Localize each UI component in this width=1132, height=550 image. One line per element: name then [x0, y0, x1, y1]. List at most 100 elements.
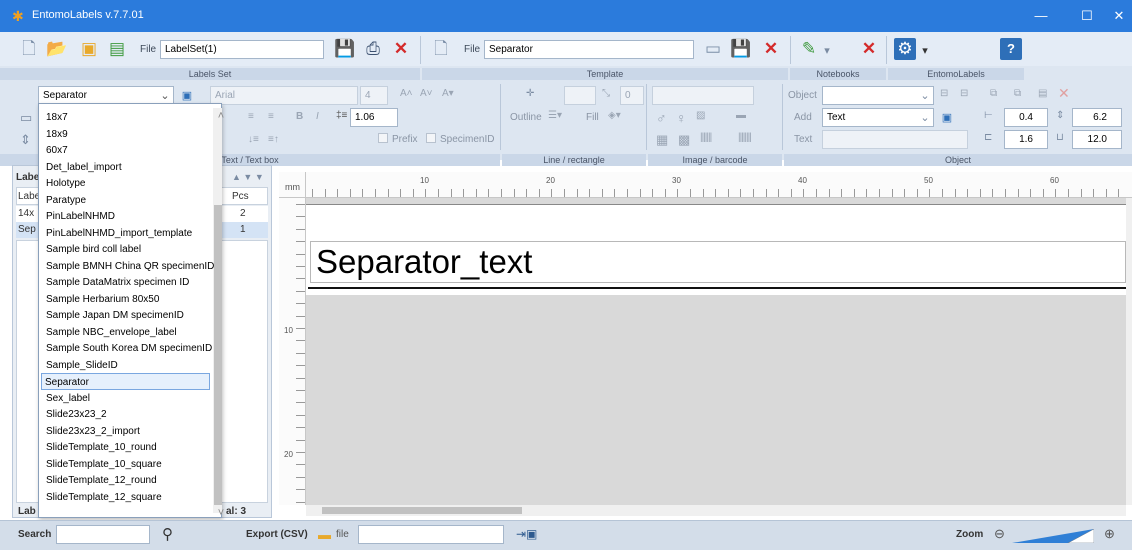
dropdown-item[interactable]: SlideTemplate_12_round: [46, 472, 157, 489]
barcode-1-icon[interactable]: |||||||: [700, 132, 712, 143]
notebook-delete-icon[interactable]: ✕: [858, 38, 880, 60]
dropdown-item[interactable]: SlideTemplate_10_round: [46, 439, 157, 456]
dropdown-item[interactable]: Slide23x23_2: [46, 406, 107, 423]
grow-font-icon[interactable]: A˄: [400, 88, 413, 99]
height-field[interactable]: 12.0: [1072, 130, 1122, 149]
new-file-icon[interactable]: 🗋: [18, 38, 40, 60]
dropdown-item[interactable]: Sample South Korea DM specimenID: [46, 340, 212, 357]
font-size-select[interactable]: 4: [360, 86, 388, 105]
dropdown-item[interactable]: Sample DataMatrix specimen ID: [46, 274, 189, 291]
x-position-field[interactable]: 0.4: [1004, 108, 1048, 127]
copy-icon[interactable]: ⧉: [990, 88, 997, 99]
delete-icon[interactable]: ✕: [390, 38, 412, 60]
label-text[interactable]: Separator_text: [316, 242, 532, 282]
add-template-icon[interactable]: ▣: [180, 89, 194, 103]
rotation-field[interactable]: [564, 86, 596, 105]
dropdown-item[interactable]: SlideTemplate_10_square: [46, 456, 162, 473]
settings-gear-icon[interactable]: ⚙: [894, 38, 916, 60]
dropdown-item[interactable]: Holotype: [46, 175, 85, 192]
dropdown-scroll-thumb[interactable]: [214, 205, 222, 505]
import-icon[interactable]: ▤: [106, 38, 128, 60]
canvas-h-scroll-thumb[interactable]: [322, 507, 522, 514]
template-edit-icon[interactable]: ▭: [702, 38, 724, 60]
dropdown-item[interactable]: Separator: [41, 373, 210, 390]
specimenid-checkbox[interactable]: [426, 133, 436, 143]
export-save-icon[interactable]: ⇥▣: [516, 527, 537, 541]
help-icon[interactable]: ?: [1000, 38, 1022, 60]
dropdown-item[interactable]: Paratype: [46, 192, 86, 209]
dropdown-item[interactable]: Sample Japan DM specimenID: [46, 307, 184, 324]
sort-up-icon[interactable]: ≡↑: [268, 134, 279, 145]
shrink-font-icon[interactable]: A˅: [420, 88, 433, 99]
search-input[interactable]: [56, 525, 150, 544]
save-icon[interactable]: 💾: [334, 38, 356, 60]
italic-icon[interactable]: I: [316, 111, 319, 122]
template-new-icon[interactable]: 🗋: [430, 38, 452, 60]
template-delete-icon[interactable]: ✕: [760, 38, 782, 60]
dropdown-item[interactable]: PinLabelNHMD: [46, 208, 115, 225]
zoom-in-icon[interactable]: ⊕: [1104, 526, 1115, 542]
sort-down-icon[interactable]: ↓≡: [248, 134, 259, 145]
prefix-checkbox[interactable]: [378, 133, 388, 143]
canvas-vertical-scrollbar[interactable]: [1126, 198, 1132, 505]
textbox-width-icon[interactable]: ▭: [20, 110, 32, 126]
align-center-icon[interactable]: ≡: [248, 111, 254, 122]
chevron-down-icon[interactable]: ⌄: [158, 89, 172, 103]
duplicate-icon[interactable]: ⧉: [1014, 88, 1021, 99]
export-folder-icon[interactable]: ▬: [318, 527, 331, 542]
dropdown-item[interactable]: Sample Herbarium 80x50: [46, 291, 159, 308]
scroll-down-icon[interactable]: ˅: [214, 506, 228, 520]
male-symbol-icon[interactable]: ♂: [656, 110, 667, 126]
dropdown-item[interactable]: Sample NBC_envelope_label: [46, 324, 177, 341]
rotate-icon[interactable]: ⤡: [602, 88, 610, 99]
align-top-icon[interactable]: ⊟: [960, 88, 968, 99]
line-spin-field[interactable]: 0: [620, 86, 644, 105]
dropdown-item[interactable]: Sample_SlideID: [46, 357, 118, 374]
zoom-out-icon[interactable]: ⊖: [994, 526, 1005, 542]
template-save-icon[interactable]: 💾: [730, 38, 752, 60]
search-icon[interactable]: ⚲: [162, 525, 173, 543]
dropdown-item[interactable]: 18x9: [46, 126, 68, 143]
folder-icon[interactable]: ▬: [736, 110, 746, 121]
dropdown-item[interactable]: 60x7: [46, 142, 68, 159]
chevron-down-icon[interactable]: ⌄: [918, 89, 932, 103]
object-text-field[interactable]: [822, 130, 968, 149]
sort-arrows-icon[interactable]: ▲ ▼ ▼: [232, 172, 264, 182]
add-object-icon[interactable]: ▣: [940, 111, 954, 125]
close-window-button[interactable]: ✕: [1096, 0, 1132, 32]
fill-color-icon[interactable]: ◈▾: [608, 110, 621, 121]
dropdown-item[interactable]: PinLabelNHMD_import_template: [46, 225, 192, 242]
paste-icon[interactable]: ▤: [1038, 88, 1047, 99]
dropdown-item[interactable]: Slide23x23_2_import: [46, 423, 140, 440]
dropdown-item[interactable]: Sample BMNH China QR specimenID: [46, 258, 214, 275]
bold-icon[interactable]: B: [296, 111, 303, 122]
qr-code-icon[interactable]: ▦: [656, 132, 668, 148]
minimize-button[interactable]: —: [1018, 0, 1064, 32]
object-delete-icon[interactable]: ✕: [1058, 85, 1070, 102]
datamatrix-icon[interactable]: ▩: [678, 132, 690, 148]
dropdown-item[interactable]: Sample bird coll label: [46, 241, 141, 258]
separator-line[interactable]: [308, 287, 1126, 289]
chevron-down-icon[interactable]: ⌄: [918, 111, 932, 125]
dropdown-item[interactable]: Det_label_import: [46, 159, 122, 176]
font-color-icon[interactable]: A▾: [442, 88, 454, 99]
template-file-field[interactable]: Separator: [484, 40, 694, 59]
female-symbol-icon[interactable]: ♀: [676, 110, 687, 126]
labelset-file-field[interactable]: LabelSet(1): [160, 40, 324, 59]
barcode-2-icon[interactable]: ||||||||: [738, 132, 752, 143]
scroll-up-icon[interactable]: ˄: [214, 109, 228, 123]
outline-style-icon[interactable]: ☰▾: [548, 110, 562, 121]
image-icon[interactable]: ▨: [696, 110, 705, 121]
open-folder-icon[interactable]: 📂: [46, 38, 68, 60]
chevron-down-icon[interactable]: ▾: [918, 44, 932, 58]
align-left-icon[interactable]: ⊟: [940, 88, 948, 99]
move-icon[interactable]: ✛: [526, 88, 534, 99]
dropdown-item[interactable]: SlideTemplate_12_square: [46, 489, 162, 506]
dropdown-item[interactable]: Sex_label: [46, 390, 90, 407]
image-field[interactable]: [652, 86, 754, 105]
new-from-template-icon[interactable]: ▣: [78, 38, 100, 60]
notebook-edit-icon[interactable]: ✎: [798, 38, 820, 60]
chevron-down-icon[interactable]: ▾: [820, 44, 834, 58]
line-spacing-field[interactable]: 1.06: [350, 108, 398, 127]
textbox-height-icon[interactable]: ⇕: [20, 132, 31, 148]
